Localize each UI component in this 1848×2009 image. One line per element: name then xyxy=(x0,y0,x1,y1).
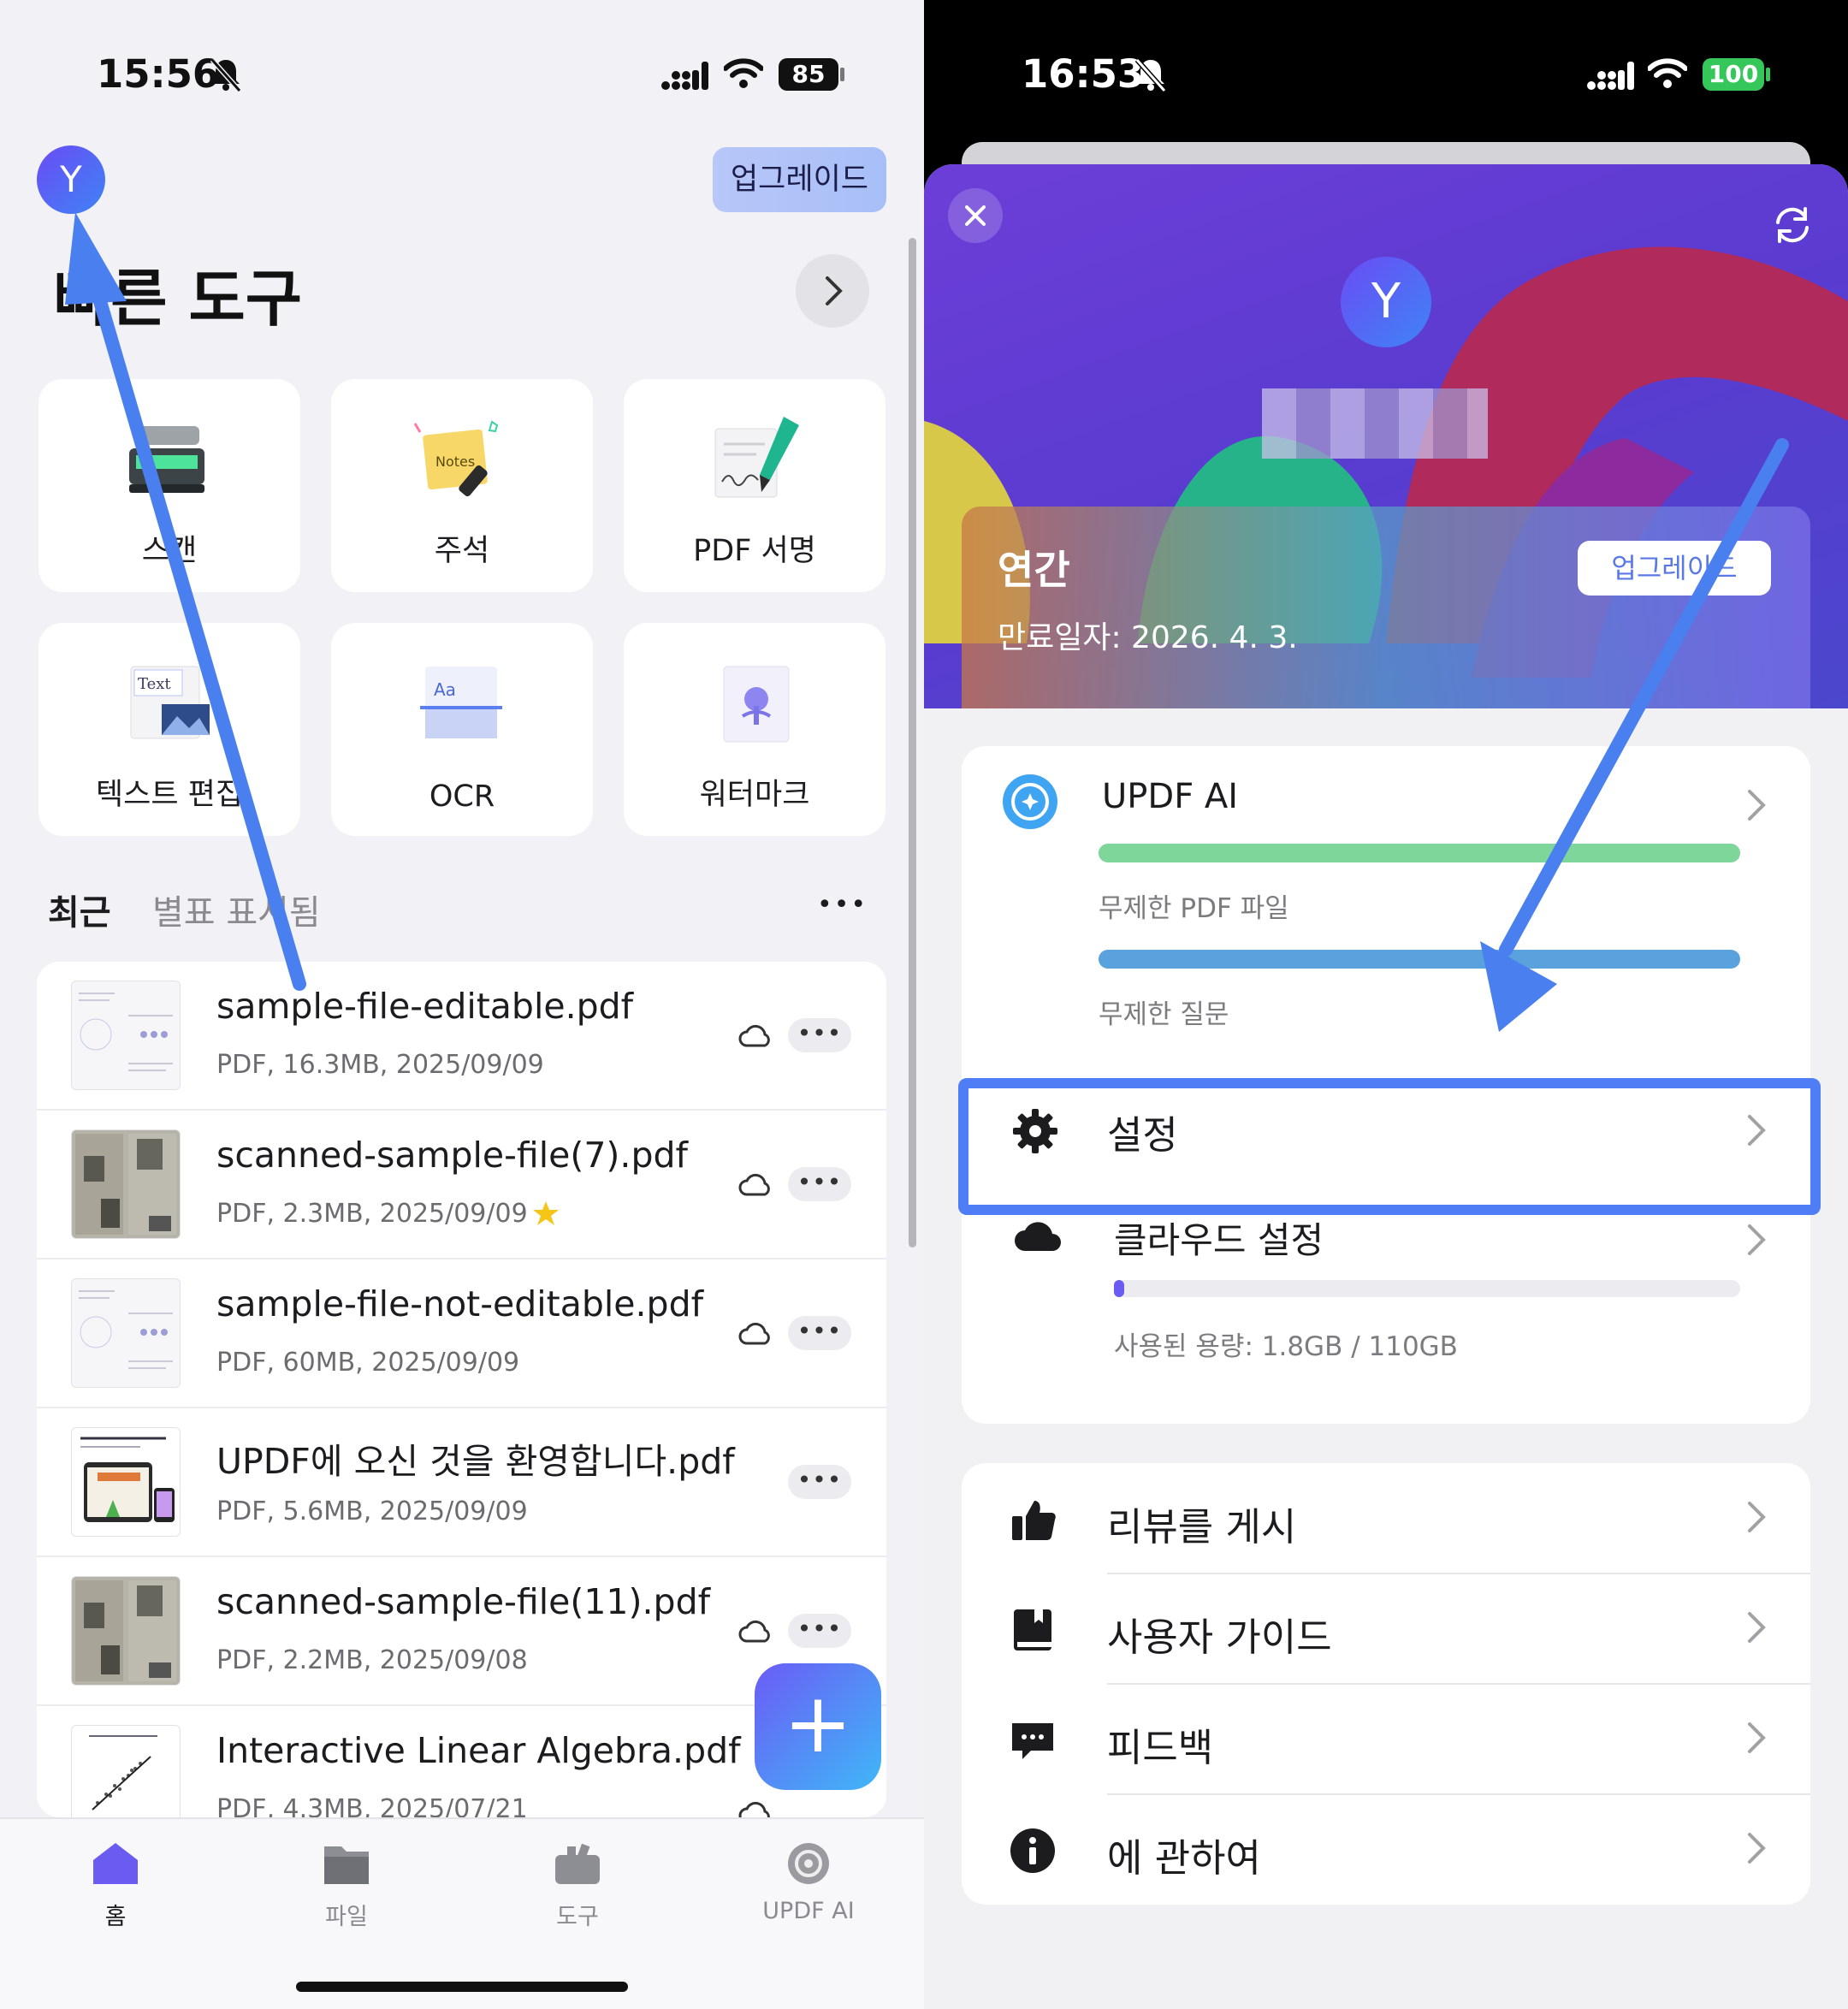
cloud-storage-bar xyxy=(1114,1280,1740,1297)
cloud-settings-label: 클라우드 설정 xyxy=(1114,1219,1324,1261)
file-thumbnail xyxy=(71,1576,181,1686)
file-meta: PDF, 5.6MB, 2025/09/09 xyxy=(216,1496,528,1526)
file-more-button[interactable]: ••• xyxy=(788,1167,851,1201)
file-thumbnail xyxy=(71,1427,181,1537)
ai-icon xyxy=(788,1843,829,1884)
tab-updf-ai[interactable]: UPDF AI xyxy=(723,1840,894,1924)
menu-item-about[interactable]: 에 관하여 xyxy=(962,1794,1810,1904)
file-name: Interactive Linear Algebra.pdf xyxy=(216,1730,741,1771)
thumbs-up-icon xyxy=(1012,1501,1056,1540)
file-meta: PDF, 4.3MB, 2025/07/21 xyxy=(216,1794,528,1817)
toolbox-icon xyxy=(555,1843,600,1884)
cloud-storage-bar-fill xyxy=(1114,1280,1124,1297)
menu-item-review-content[interactable]: 리뷰를 게시 xyxy=(962,1463,1810,1573)
cloud-icon xyxy=(1015,1222,1061,1251)
chat-bubble-icon xyxy=(1012,1723,1053,1759)
menu-label: 에 관하여 xyxy=(1107,1835,1261,1881)
chevron-right-icon xyxy=(1748,1722,1766,1753)
menu-card: 리뷰를 게시 사용자 가이드 피드백 에 관하여 xyxy=(962,1463,1810,1905)
menu-item-feedback[interactable]: 피드백 xyxy=(962,1684,1810,1793)
tab-home[interactable]: 홈 xyxy=(30,1840,201,1931)
file-thumbnail xyxy=(71,1725,181,1817)
file-more-button[interactable]: ••• xyxy=(788,1316,851,1350)
cloud-usage-text: 사용된 용량: 1.8GB / 110GB xyxy=(1114,1331,1458,1362)
cloud-icon[interactable] xyxy=(738,1619,773,1643)
menu-label: 사용자 가이드 xyxy=(1107,1615,1332,1660)
cloud-icon[interactable] xyxy=(738,1023,773,1047)
file-meta: PDF, 2.3MB, 2025/09/09 xyxy=(216,1199,528,1229)
tab-label: UPDF AI xyxy=(762,1898,855,1924)
list-item[interactable]: sample-file-not-editable.pdf PDF, 60MB, … xyxy=(37,1259,886,1408)
cloud-icon[interactable] xyxy=(738,1800,773,1817)
menu-label: 리뷰를 게시 xyxy=(1107,1504,1297,1550)
star-icon xyxy=(533,1201,559,1225)
file-meta: PDF, 16.3MB, 2025/09/09 xyxy=(216,1050,544,1080)
home-indicator xyxy=(296,1982,628,1992)
home-icon xyxy=(93,1843,138,1884)
file-thumbnail xyxy=(71,1129,181,1239)
tab-label: 홈 xyxy=(104,1904,127,1930)
chevron-right-icon xyxy=(1748,1502,1766,1532)
tab-label: 도구 xyxy=(556,1904,599,1930)
file-more-button[interactable]: ••• xyxy=(788,1465,851,1499)
file-thumbnail xyxy=(71,1278,181,1388)
tab-tools[interactable]: 도구 xyxy=(492,1840,663,1931)
cloud-icon[interactable] xyxy=(738,1172,773,1196)
file-meta: PDF, 60MB, 2025/09/09 xyxy=(216,1348,520,1378)
cloud-settings-row[interactable]: 클라우드 설정 사용된 용량: 1.8GB / 110GB xyxy=(962,1188,1810,1424)
list-item[interactable]: UPDF에 오신 것을 환영합니다.pdf PDF, 5.6MB, 2025/0… xyxy=(37,1408,886,1557)
list-item[interactable]: scanned-sample-file(7).pdf PDF, 2.3MB, 2… xyxy=(37,1111,886,1259)
chevron-right-icon xyxy=(1748,1612,1766,1643)
cloud-icon[interactable] xyxy=(738,1321,773,1345)
add-file-button[interactable]: + xyxy=(755,1663,881,1790)
chevron-right-icon xyxy=(1748,1833,1766,1864)
annotation-arrow xyxy=(65,212,306,991)
tab-files[interactable]: 파일 xyxy=(261,1840,432,1931)
menu-item-user-guide[interactable]: 사용자 가이드 xyxy=(962,1573,1810,1683)
file-meta: PDF, 2.2MB, 2025/09/08 xyxy=(216,1645,528,1675)
file-name: sample-file-not-editable.pdf xyxy=(216,1283,704,1325)
info-icon xyxy=(1010,1828,1055,1873)
chevron-right-icon xyxy=(1748,1224,1766,1255)
file-more-button[interactable]: ••• xyxy=(788,1614,851,1648)
folder-icon xyxy=(324,1846,369,1884)
right-screen: 16:53 100 Y 연간 만료일자: 2026. 4. 3. 업그레이드 U… xyxy=(924,0,1848,2009)
left-screen: 15:56 85 Y 업그레이드 빠른 도구 스캔 Notes xyxy=(0,0,924,2009)
annotation-arrow xyxy=(1480,438,1789,1032)
file-name: UPDF에 오신 것을 환영합니다.pdf xyxy=(216,1441,735,1482)
file-name: scanned-sample-file(7).pdf xyxy=(216,1135,688,1176)
menu-label: 피드백 xyxy=(1107,1725,1214,1770)
tab-label: 파일 xyxy=(325,1904,368,1930)
book-icon xyxy=(1014,1609,1051,1650)
file-name: scanned-sample-file(11).pdf xyxy=(216,1581,711,1622)
